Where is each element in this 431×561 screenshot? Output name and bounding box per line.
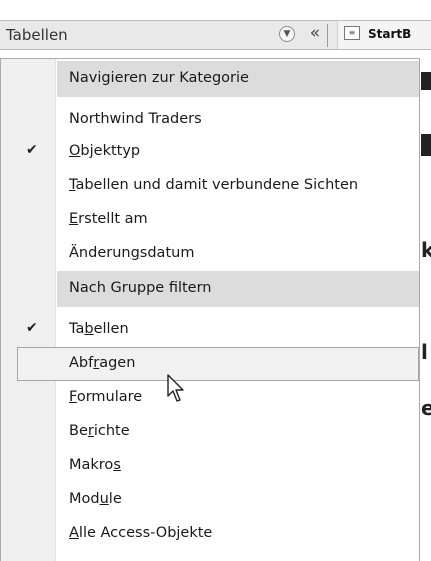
access-key: b bbox=[84, 321, 94, 337]
checkmark-icon: ✔ bbox=[26, 320, 38, 336]
label-text: Northwind Traders bbox=[69, 111, 202, 127]
menu-item[interactable]: Module bbox=[1, 483, 419, 517]
background-fragment bbox=[421, 134, 431, 156]
mouse-pointer-icon bbox=[167, 374, 184, 402]
tab-startb[interactable]: ≡ StartB bbox=[337, 21, 431, 49]
separator bbox=[327, 24, 328, 47]
menu-item-label: Alle Access-Objekte bbox=[69, 525, 212, 541]
menu-item-label: Tabellen bbox=[69, 321, 129, 337]
menu-item-label: Northwind Traders bbox=[69, 111, 202, 127]
background-fragment bbox=[421, 72, 431, 90]
tab-label: StartB bbox=[368, 27, 412, 41]
menu-item[interactable]: Alle Access-Objekte bbox=[1, 517, 419, 551]
access-key: E bbox=[69, 211, 79, 227]
menu-item-label: Makros bbox=[69, 457, 121, 473]
label-text: ormulare bbox=[76, 389, 143, 405]
menu-item-label: Formulare bbox=[69, 389, 142, 405]
label-text: ellen bbox=[93, 321, 129, 337]
menu-item[interactable]: Erstellt am bbox=[1, 203, 419, 237]
menu-item-label: Berichte bbox=[69, 423, 130, 439]
background-text: l bbox=[421, 340, 428, 364]
form-icon: ≡ bbox=[344, 26, 360, 40]
menu-item[interactable]: Tabellen und damit verbundene Sichten bbox=[1, 169, 419, 203]
navigation-options-menu: Navigieren zur Kategorie Northwind Trader… bbox=[0, 58, 420, 561]
label-text: le bbox=[108, 491, 122, 507]
section-header-label: Nach Gruppe filtern bbox=[69, 280, 212, 296]
access-key: g bbox=[130, 245, 140, 261]
label-text: Änderun bbox=[69, 245, 131, 261]
background-text: k bbox=[421, 238, 431, 262]
background-text: e bbox=[421, 396, 431, 420]
menu-item[interactable]: Northwind Traders bbox=[1, 103, 419, 137]
label-text: Nach Gruppe filtern bbox=[69, 280, 212, 296]
access-key: O bbox=[69, 143, 81, 159]
label-text: agen bbox=[99, 355, 136, 371]
checkmark-icon: ✔ bbox=[26, 142, 38, 158]
menu-item-label: Module bbox=[69, 491, 122, 507]
menu-item-label: Objekttyp bbox=[69, 143, 140, 159]
navigation-pane-title[interactable]: Tabellen bbox=[6, 26, 68, 44]
label-text: Abf bbox=[69, 355, 94, 371]
label-text: Mod bbox=[69, 491, 100, 507]
label-text: Ta bbox=[69, 321, 85, 337]
menu-item-label: Abfragen bbox=[69, 355, 135, 371]
menu-item[interactable]: Berichte bbox=[1, 415, 419, 449]
menu-section-header: Navigieren zur Kategorie bbox=[57, 61, 419, 97]
access-key: u bbox=[99, 491, 109, 507]
label-text: Makro bbox=[69, 457, 114, 473]
label-text: abellen und damit verbundene Sichten bbox=[75, 177, 359, 193]
menu-item[interactable]: Änderungsdatum bbox=[1, 237, 419, 271]
menu-item-label: Tabellen und damit verbundene Sichten bbox=[69, 177, 358, 193]
access-key: s bbox=[113, 457, 121, 473]
label-text: ichte bbox=[93, 423, 130, 439]
section-header-label: Navigieren zur Kategorie bbox=[69, 70, 249, 86]
menu-item-label: Erstellt am bbox=[69, 211, 148, 227]
label-text: Be bbox=[69, 423, 88, 439]
menu-item[interactable]: ✔ Tabellen bbox=[1, 313, 419, 347]
menu-item[interactable]: Abfragen bbox=[17, 347, 419, 381]
access-key: F bbox=[69, 389, 77, 405]
collapse-pane-icon[interactable]: « bbox=[305, 23, 325, 43]
label-text: lle Access-Objekte bbox=[78, 525, 213, 541]
menu-item[interactable]: Makros bbox=[1, 449, 419, 483]
label-text: Navigieren zur Kategorie bbox=[69, 70, 249, 86]
access-key: A bbox=[69, 525, 79, 541]
top-strip bbox=[0, 0, 431, 20]
menu-item-label: Änderungsdatum bbox=[69, 245, 194, 261]
label-text: bjekttyp bbox=[80, 143, 141, 159]
navigation-pane-header[interactable]: Tabellen ▼ « ≡ StartB bbox=[0, 20, 431, 50]
menu-item[interactable]: ✔ Objekttyp bbox=[1, 135, 419, 169]
label-text: sdatum bbox=[139, 245, 195, 261]
dropdown-icon[interactable]: ▼ bbox=[279, 26, 295, 42]
menu-item[interactable]: Formulare bbox=[1, 381, 419, 415]
menu-section-header: Nach Gruppe filtern bbox=[57, 271, 419, 307]
label-text: rstellt am bbox=[78, 211, 148, 227]
